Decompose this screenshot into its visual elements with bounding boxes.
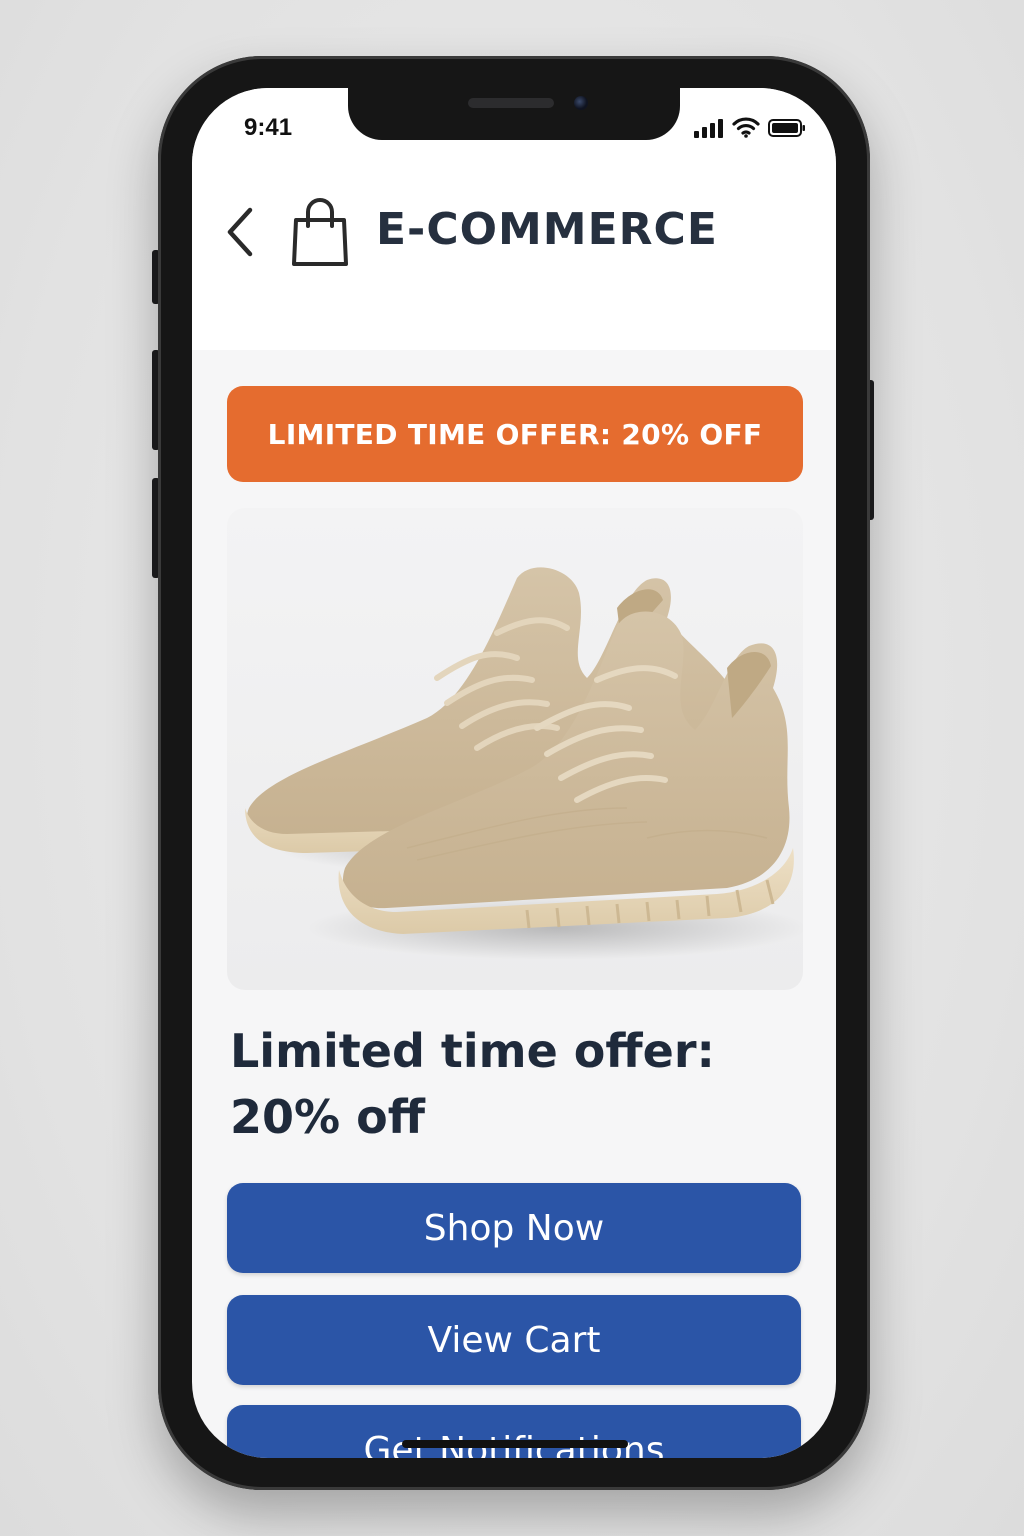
view-cart-button[interactable]: View Cart xyxy=(227,1295,801,1385)
offer-headline-line2: 20% off xyxy=(230,1090,425,1144)
sneakers-illustration xyxy=(245,567,803,960)
notch xyxy=(348,88,680,140)
wifi-icon xyxy=(732,117,760,138)
status-time: 9:41 xyxy=(244,114,293,141)
app-title: E-COMMERCE xyxy=(376,204,718,255)
chevron-left-icon[interactable] xyxy=(224,206,256,258)
status-icons xyxy=(694,116,806,138)
get-notifications-button[interactable]: Get Notifications xyxy=(227,1405,801,1458)
offer-headline: Limited time offer: 20% off xyxy=(230,1018,790,1150)
device-mockup: 9:41 E-COMMERCE LIMITED TIME OFFER: 20% … xyxy=(0,0,1024,1536)
product-image[interactable] xyxy=(227,508,803,990)
battery-icon xyxy=(768,119,805,137)
offer-headline-line1: Limited time offer: xyxy=(230,1024,715,1078)
shopping-bag-icon xyxy=(292,198,348,266)
promo-banner: LIMITED TIME OFFER: 20% OFF xyxy=(227,386,803,482)
phone-screen: 9:41 E-COMMERCE LIMITED TIME OFFER: 20% … xyxy=(192,88,836,1458)
home-indicator[interactable] xyxy=(402,1440,628,1448)
front-camera xyxy=(574,96,588,110)
shop-now-button[interactable]: Shop Now xyxy=(227,1183,801,1273)
phone-frame: 9:41 E-COMMERCE LIMITED TIME OFFER: 20% … xyxy=(158,56,870,1490)
signal-icon xyxy=(694,119,723,138)
earpiece-speaker xyxy=(468,98,554,108)
